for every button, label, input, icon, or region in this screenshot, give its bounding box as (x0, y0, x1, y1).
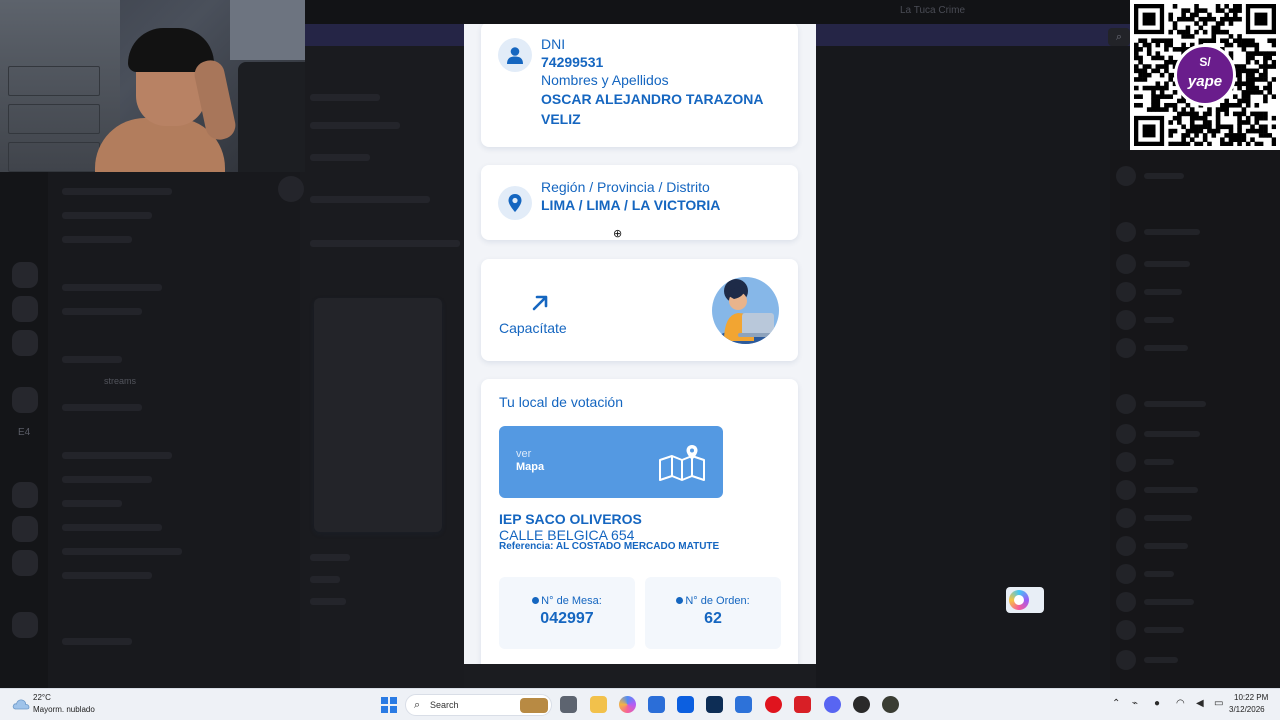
mesa-box: N° de Mesa: 042997 (499, 577, 635, 649)
server-icon[interactable] (12, 612, 38, 638)
task-view-icon[interactable] (560, 696, 577, 713)
search-icon: ⌕ (414, 699, 421, 711)
taskbar-search[interactable]: ⌕ Search (405, 694, 552, 716)
discord-icon[interactable] (824, 696, 841, 713)
dni-value: 74299531 (541, 54, 604, 70)
copilot-icon[interactable] (619, 696, 636, 713)
server-icon[interactable] (12, 296, 38, 322)
dni-label: DNI (541, 36, 566, 52)
location-value: LIMA / LIMA / LA VICTORIA (541, 197, 721, 213)
mesa-value: 042997 (540, 610, 594, 627)
identity-card: DNI 74299531 Nombres y Apellidos OSCAR A… (481, 24, 798, 147)
tray-network-icon[interactable]: ⌁ (1132, 698, 1138, 709)
weather-temperature[interactable]: 22°C (33, 693, 51, 702)
webcam-overlay (0, 0, 305, 172)
server-icon[interactable] (12, 262, 38, 288)
woman-laptop-illustration (712, 277, 779, 344)
chat-embed (314, 298, 442, 532)
floating-app-icon[interactable] (1006, 587, 1044, 613)
tray-battery-icon[interactable]: ▭ (1214, 698, 1223, 709)
view-map-button[interactable]: ver Mapa (499, 426, 723, 498)
names-value: OSCAR ALEJANDRO TARAZONA VELIZ (541, 91, 763, 127)
location-label: Región / Provincia / Distrito (541, 179, 710, 195)
orden-value: 62 (704, 610, 722, 627)
orden-box: N° de Orden: 62 (645, 577, 781, 649)
cloud-icon (12, 699, 30, 710)
server-icon[interactable] (12, 550, 38, 576)
rail-label: E4 (18, 427, 31, 438)
badge-brand: yape (1187, 73, 1223, 90)
location-card: Región / Provincia / Distrito LIMA / LIM… (481, 165, 798, 240)
channel-streams[interactable]: streams (104, 376, 136, 386)
voting-place-reference: Referencia: AL COSTADO MERCADO MATUTE (499, 541, 720, 552)
badge-currency: S/ (1199, 55, 1211, 69)
windows-start-icon[interactable] (381, 697, 397, 713)
server-icon[interactable] (12, 330, 38, 356)
obs-icon[interactable] (853, 696, 870, 713)
map-button-small-label: ver (516, 448, 532, 460)
voting-place-name: IEP SACO OLIVEROS (499, 511, 642, 527)
store-icon[interactable] (648, 696, 665, 713)
phone-screen: DNI 74299531 Nombres y Apellidos OSCAR A… (464, 24, 816, 664)
map-pin-icon (498, 186, 532, 220)
map-button-label: Mapa (516, 461, 545, 473)
voting-place-card: Tu local de votación ver Mapa IEP SACO O… (481, 379, 798, 664)
clock-date[interactable]: 3/12/2026 (1229, 705, 1265, 714)
taskbar: 22°C Mayorm. nublado ⌕ Search ⌃ ⌁ ● ◠ ◀ … (0, 688, 1280, 720)
mesa-label: N° de Mesa: (499, 595, 635, 607)
map-icon (659, 445, 705, 481)
arrow-up-right-icon (532, 295, 548, 311)
app-circle-icon[interactable] (882, 696, 899, 713)
orden-label: N° de Orden: (645, 595, 781, 607)
zoom-icon[interactable]: ⌕ (1108, 28, 1130, 46)
training-card[interactable]: Capacítate (481, 259, 798, 361)
server-icon[interactable] (12, 387, 38, 413)
dropbox-icon[interactable] (677, 696, 694, 713)
weather-description[interactable]: Mayorm. nublado (33, 705, 95, 714)
server-icon[interactable] (12, 482, 38, 508)
tray-chevron-icon[interactable]: ⌃ (1112, 698, 1120, 709)
file-explorer-icon[interactable] (590, 696, 607, 713)
search-placeholder: Search (430, 700, 459, 710)
training-label[interactable]: Capacítate (499, 320, 567, 336)
tray-volume-icon[interactable]: ◀ (1196, 698, 1204, 709)
search-highlight-image (520, 698, 548, 713)
yape-logo-badge: S/ yape (1174, 44, 1236, 106)
names-label: Nombres y Apellidos (541, 72, 669, 88)
opera-icon[interactable] (765, 696, 782, 713)
zoom-cursor-icon: ⊕ (613, 228, 623, 240)
tray-mic-icon[interactable]: ● (1154, 698, 1160, 709)
red-app-icon[interactable] (794, 696, 811, 713)
server-icon[interactable] (12, 516, 38, 542)
tray-wifi-icon[interactable]: ◠ (1176, 698, 1185, 709)
mail-app-icon[interactable] (735, 696, 752, 713)
channel-list: streams (48, 172, 300, 688)
yape-qr-code: S/ yape (1130, 0, 1280, 150)
voting-title: Tu local de votación (499, 394, 623, 410)
clock-time[interactable]: 10:22 PM (1234, 693, 1268, 702)
background-window-title: La Tuca Crime (900, 5, 966, 16)
person-icon (498, 38, 532, 72)
terminal-app-icon[interactable] (706, 696, 723, 713)
